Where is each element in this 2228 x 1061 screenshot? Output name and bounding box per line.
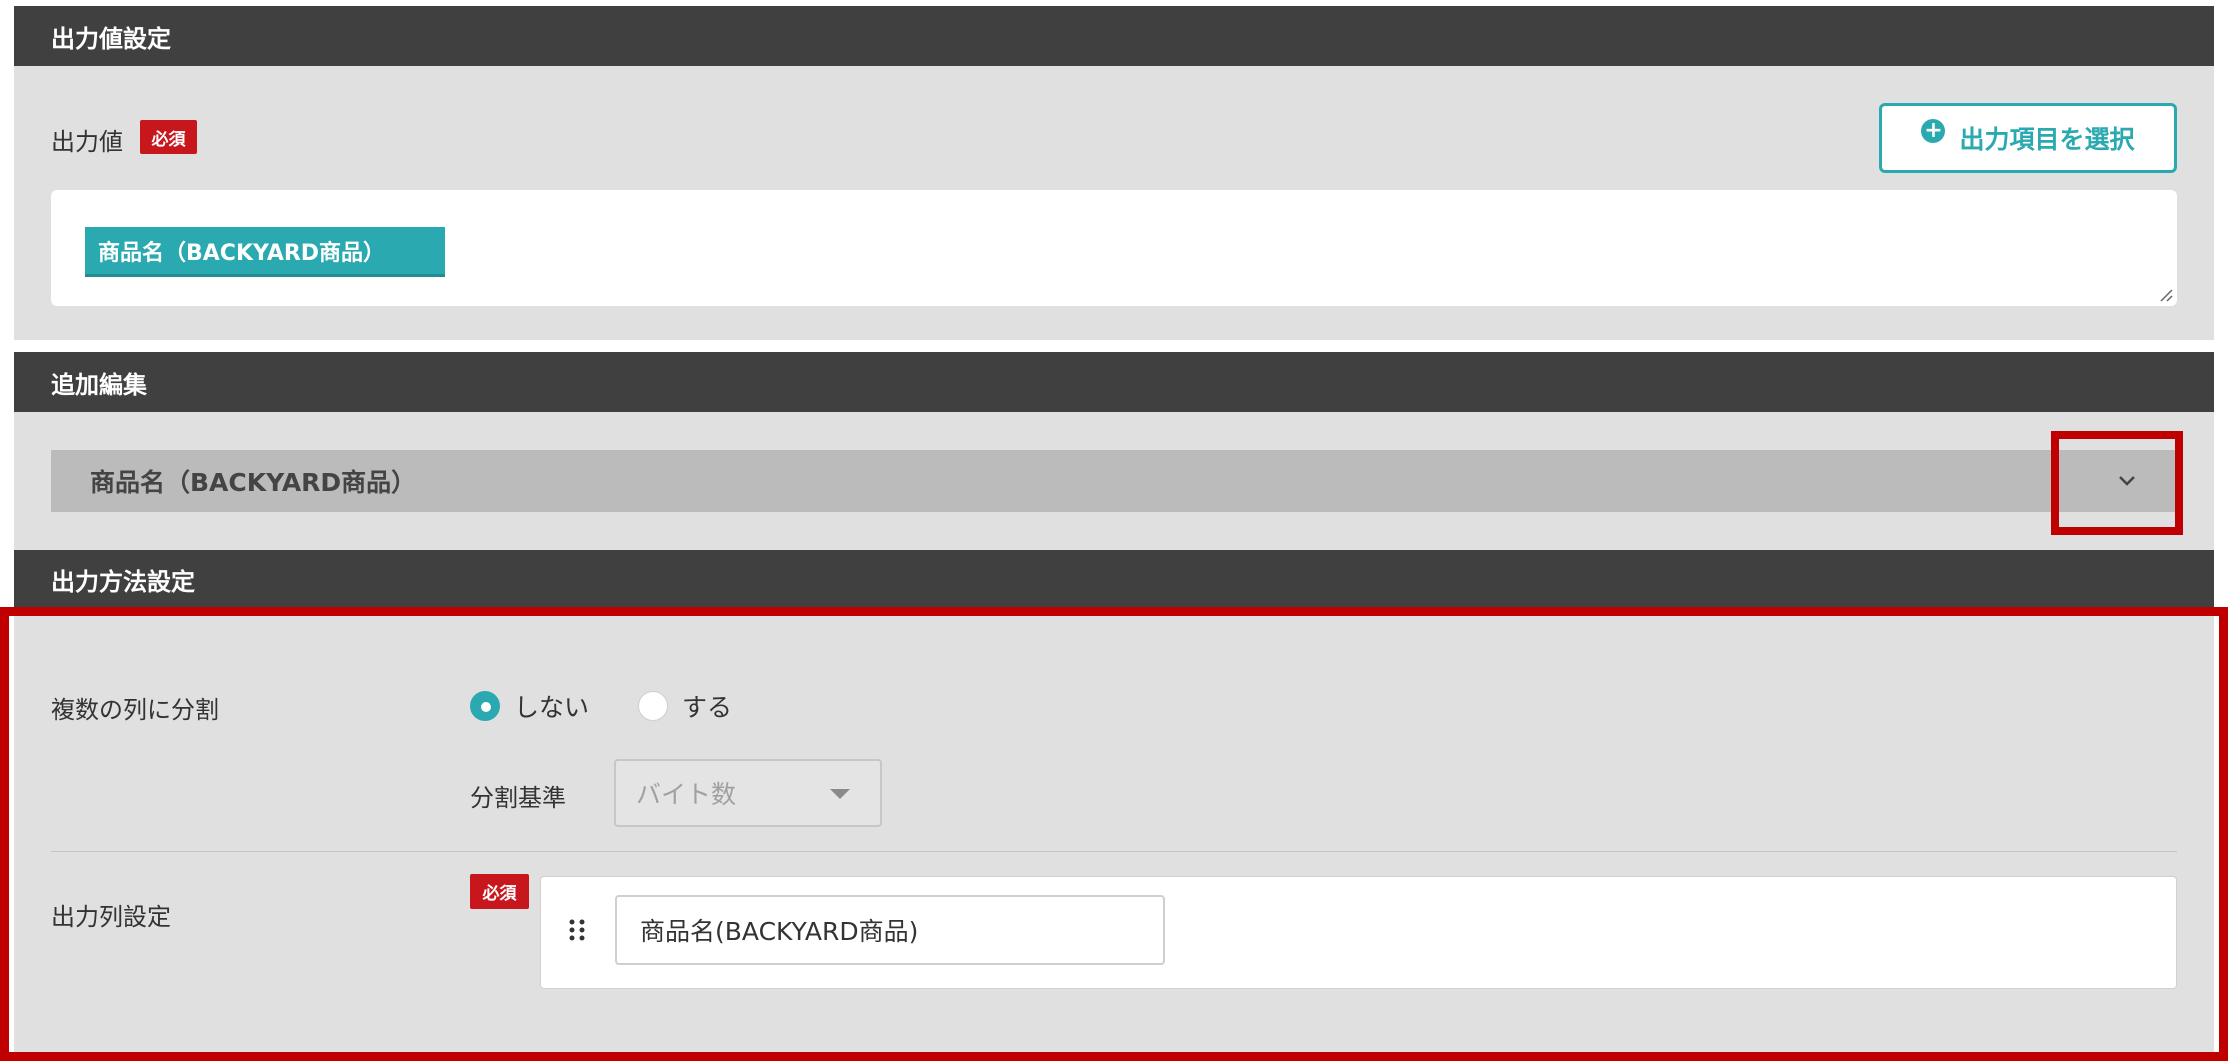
output-value-section-header: 出力値設定 [14, 6, 2214, 66]
split-basis-value: バイト数 [636, 780, 737, 809]
radio-checked-icon[interactable] [470, 691, 500, 721]
split-columns-label: 複数の列に分割 [51, 696, 219, 724]
additional-edit-section-header: 追加編集 [14, 352, 2214, 412]
output-item-chip-label: 商品名（BACKYARD商品） [98, 240, 386, 266]
output-column-name-value: 商品名(BACKYARD商品) [640, 917, 919, 946]
output-item-chip[interactable]: 商品名（BACKYARD商品） [85, 227, 445, 277]
output-method-section-header: 出力方法設定 [14, 550, 2214, 608]
drag-handle-icon[interactable] [568, 918, 586, 942]
select-output-item-button[interactable]: + 出力項目を選択 [1879, 103, 2177, 173]
output-column-name-input[interactable]: 商品名(BACKYARD商品) [615, 895, 1165, 965]
split-option-yes[interactable]: する [638, 688, 732, 724]
additional-edit-accordion[interactable]: 商品名（BACKYARD商品） [51, 450, 2177, 512]
select-output-item-label: 出力項目を選択 [1959, 125, 2135, 154]
radio-unchecked-icon[interactable] [638, 691, 668, 721]
highlight-box-toggle [2051, 431, 2183, 535]
output-column-setting-label: 出力列設定 [51, 903, 171, 931]
split-option-yes-label: する [682, 693, 733, 722]
additional-edit-section-title: 追加編集 [51, 370, 147, 399]
output-value-section-title: 出力値設定 [51, 24, 171, 53]
split-option-no-label: しない [514, 693, 590, 722]
resize-grip-icon[interactable] [2157, 286, 2173, 302]
output-value-textarea[interactable]: 商品名（BACKYARD商品） [51, 190, 2177, 306]
section-divider [51, 851, 2177, 852]
output-method-section-body [14, 608, 2214, 1061]
plus-circle-icon: + [1921, 119, 1946, 143]
required-badge: 必須 [140, 120, 197, 154]
split-basis-label: 分割基準 [470, 784, 566, 812]
split-basis-select: バイト数 [614, 759, 882, 827]
output-value-label: 出力値 [51, 128, 123, 156]
output-method-section-title: 出力方法設定 [51, 567, 195, 596]
accordion-title: 商品名（BACKYARD商品） [90, 468, 417, 497]
output-column-list: 商品名(BACKYARD商品) [540, 876, 2177, 989]
required-badge: 必須 [470, 874, 529, 909]
dropdown-arrow-icon [830, 789, 850, 799]
split-option-no[interactable]: しない [470, 688, 589, 724]
